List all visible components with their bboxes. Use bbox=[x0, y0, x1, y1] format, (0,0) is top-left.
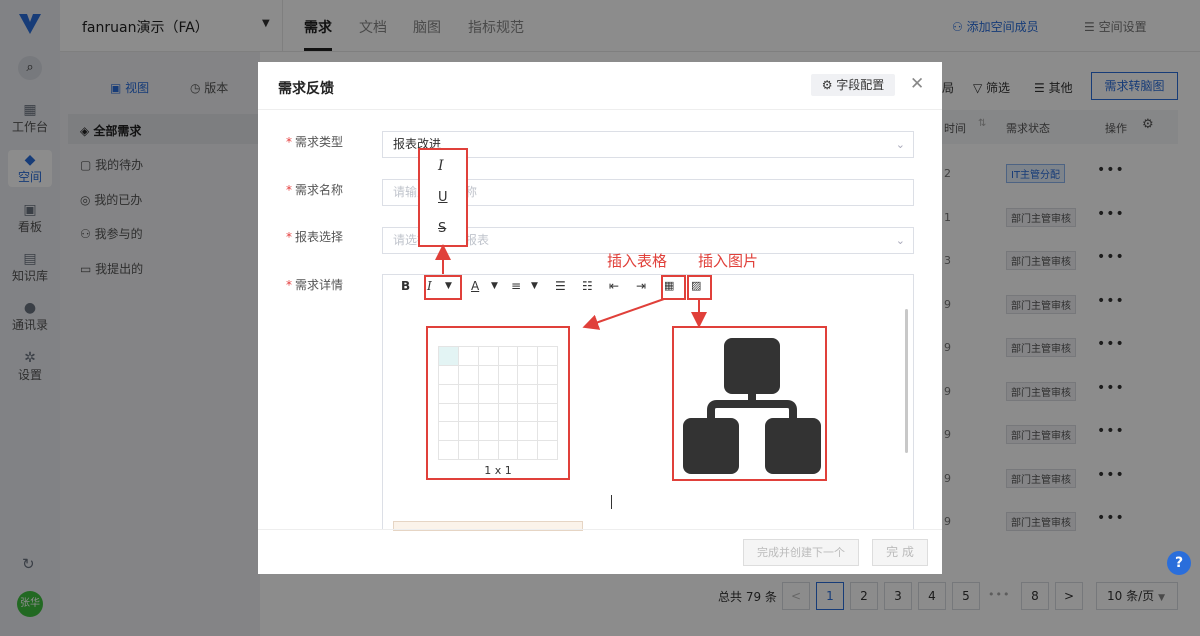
arrow-to-grid bbox=[582, 298, 665, 330]
annotation-arrows bbox=[435, 244, 707, 330]
